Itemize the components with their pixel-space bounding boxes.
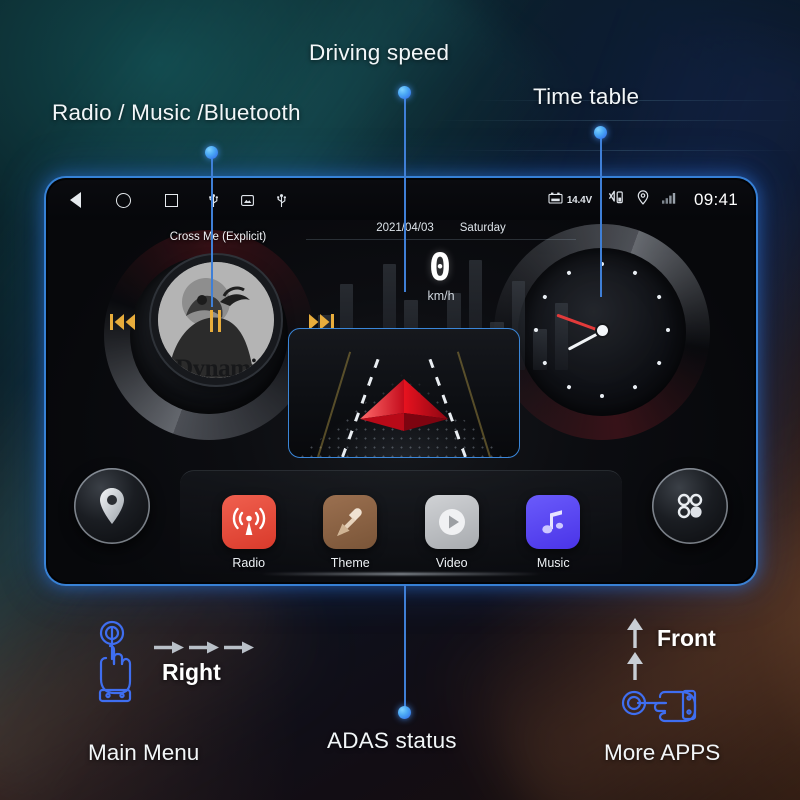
status-clock: 09:41	[693, 190, 738, 209]
hint-caption-main-menu: Main Menu	[88, 740, 200, 765]
signal-icon	[661, 191, 677, 209]
apps-grid-icon	[677, 493, 703, 519]
back-icon[interactable]	[66, 191, 84, 209]
head-unit-screen: 14.4V 09:41 Cross Me (Explicit) Dynami S…	[48, 180, 754, 582]
hint-main-menu: Right	[88, 620, 254, 706]
usb2-icon	[276, 193, 287, 208]
adas-lane-view[interactable]	[288, 328, 520, 458]
tap-hand-icon	[98, 620, 132, 703]
battery-voltage: 14.4V	[548, 191, 592, 209]
analog-clock-widget[interactable]	[520, 248, 684, 412]
callout-leader-radio	[211, 152, 213, 307]
red-direction-arrow	[360, 379, 448, 431]
gesture-label-right: Right	[162, 659, 221, 685]
play-pause-button[interactable]	[210, 310, 221, 332]
dock-app-radio[interactable]: Radio	[212, 495, 286, 570]
battery-icon	[548, 191, 563, 209]
home-icon[interactable]	[114, 191, 132, 209]
date-bar: 2021/04/03 Saturday	[306, 222, 576, 240]
recents-icon[interactable]	[162, 191, 180, 209]
radio-broadcast-icon	[232, 507, 265, 535]
callout-dot-speed	[398, 86, 411, 99]
head-unit-device: 14.4V 09:41 Cross Me (Explicit) Dynami S…	[46, 178, 756, 584]
bg-line	[450, 150, 800, 151]
callout-dot-timetable	[594, 126, 607, 139]
arrow-right-icon	[189, 641, 219, 654]
status-bar: 14.4V 09:41	[48, 180, 754, 220]
album-title-text: Dynami	[175, 355, 257, 378]
dock-app-label: Music	[536, 556, 570, 570]
system-icons	[208, 193, 287, 208]
callout-leader-adas	[404, 584, 406, 708]
usb-icon	[208, 193, 219, 208]
paint-brush-icon	[337, 508, 362, 536]
music-widget: Cross Me (Explicit) Dynami	[110, 231, 334, 400]
gesture-label-front: Front	[657, 624, 716, 651]
callout-label-driving-speed: Driving speed	[309, 40, 450, 65]
hint-caption-more-apps: More APPS	[604, 740, 721, 765]
dock-app-label: Theme	[330, 556, 370, 570]
callout-label-radio-music-bluetooth: Radio / Music /Bluetooth	[52, 100, 301, 125]
navigation-buttons	[66, 191, 180, 209]
dock-app-list: Radio Theme Video Music	[198, 495, 604, 570]
location-icon	[637, 190, 649, 210]
callout-leader-speed	[404, 92, 406, 292]
status-right-group: 14.4V 09:41	[548, 190, 738, 210]
bluetooth-icon	[605, 190, 624, 210]
navigation-button[interactable]	[74, 468, 150, 544]
dock-app-label: Video	[435, 556, 468, 570]
clock-center-hub	[596, 324, 608, 336]
callout-dot-adas	[398, 706, 411, 719]
callout-label-adas-status: ADAS status	[327, 728, 457, 753]
bg-line	[430, 120, 800, 121]
arrow-up-icon	[627, 618, 643, 680]
weekday-value: Saturday	[459, 222, 506, 234]
sdcard-icon	[241, 194, 254, 206]
swipe-hand-icon	[621, 689, 697, 723]
track-title: Cross Me (Explicit)	[169, 231, 267, 243]
clock-minute-hand	[556, 313, 603, 333]
previous-track-button[interactable]	[110, 313, 136, 335]
play-circle-icon	[438, 509, 465, 535]
callout-dot-radio	[205, 146, 218, 159]
more-apps-button[interactable]	[652, 468, 728, 544]
callout-leader-timetable	[600, 132, 602, 297]
arrow-right-icon	[224, 641, 254, 654]
voltage-value: 14.4V	[566, 194, 592, 206]
dock-app-theme[interactable]: Theme	[313, 495, 387, 570]
arrow-right-icon	[154, 641, 184, 654]
hint-more-apps: Front	[621, 618, 716, 729]
dock-app-video[interactable]: Video	[415, 495, 489, 570]
location-pin-icon	[100, 488, 124, 524]
dock-app-music[interactable]: Music	[516, 495, 590, 570]
music-note-icon	[542, 510, 564, 534]
dock-app-label: Radio	[232, 556, 266, 570]
app-dock: Radio Theme Video Music	[48, 462, 754, 582]
callout-label-time-table: Time table	[533, 84, 640, 109]
